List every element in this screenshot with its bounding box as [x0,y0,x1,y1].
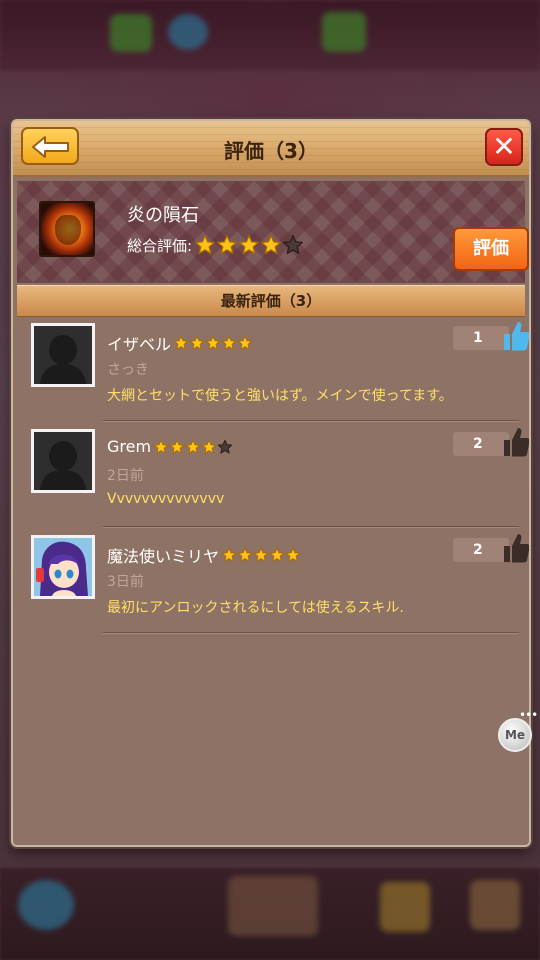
star-icon [283,235,304,255]
rating-dialog: 評価（3） ✕ 炎の隕石 総合評価: 評価 最新評価（3） イザベルさっき大網と… [11,119,531,847]
star-icon [173,335,189,350]
background-blur-item [380,882,430,932]
background-blur-item [470,880,520,930]
background-blur-item [110,14,152,52]
star-icon [221,547,237,562]
reviewer-name-row: Grem [107,437,233,456]
thumbs-up-icon[interactable] [501,531,531,565]
star-icon [185,439,201,454]
reviewer-name-row: 魔法使いミリヤ [107,543,301,567]
default-avatar-icon [34,432,92,490]
review-item: 魔法使いミリヤ 3日前 最初にアンロックされるにしては使えるスキル. 2 [13,529,529,633]
latest-reviews-header: 最新評価（3） [17,285,525,317]
reviewer-name-row: イザベル [107,331,253,355]
reviewer-avatar[interactable] [31,323,95,387]
star-icon [237,335,253,350]
review-comment: Vvvvvvvvvvvvvv [107,491,225,507]
star-icon [217,235,238,255]
overall-rating-label: 総合評価: [127,236,193,255]
close-icon: ✕ [492,130,516,163]
review-stars [221,547,301,563]
default-avatar-icon [34,326,92,384]
review-comment: 大網とセットで使うと強いはず。メインで使ってます。 [107,388,453,404]
star-icon [221,335,237,350]
review-stars [173,335,253,351]
skill-name: 炎の隕石 [127,205,199,226]
star-icon [237,547,253,562]
reviewer-name: イザベル [107,335,172,354]
review-divider [103,526,519,527]
star-icon [217,439,233,454]
review-time: 2日前 [107,468,144,484]
star-icon [253,547,269,562]
review-divider [103,632,519,633]
thumbs-up-icon[interactable] [501,425,531,459]
star-icon [201,439,217,454]
review-divider [103,420,519,421]
reviewer-avatar-image [34,538,92,596]
review-comment: 最初にアンロックされるにしては使えるスキル. [107,600,404,616]
background-blur-item [18,880,74,930]
reviewer-avatar[interactable] [31,429,95,493]
reviewer-avatar[interactable] [31,535,95,599]
skill-summary: 炎の隕石 総合評価: 評価 [17,181,529,283]
review-stars [153,439,233,455]
review-time: さっき [107,362,149,378]
dialog-title: 評価（3） [224,139,318,163]
review-item: Grem 2日前 Vvvvvvvvvvvvvv 2 [13,423,529,527]
overall-rating-stars [194,234,304,256]
star-icon [261,235,282,255]
reviewer-name: Grem [107,437,152,456]
star-icon [195,235,216,255]
rate-button[interactable]: 評価 [453,227,529,271]
background-blur-item [228,876,318,936]
star-icon [205,335,221,350]
background-blur-item [168,14,208,50]
star-icon [285,547,301,562]
review-time: 3日前 [107,574,144,590]
star-icon [169,439,185,454]
skill-icon [39,201,95,257]
star-icon [269,547,285,562]
star-icon [239,235,260,255]
dialog-header: 評価（3） ✕ [13,121,529,177]
thumbs-up-liked-icon[interactable] [501,319,531,353]
background-blur-item [322,12,366,52]
overall-rating: 総合評価: [127,234,304,256]
star-icon [153,439,169,454]
background-top-bar [0,0,540,70]
reviewer-name: 魔法使いミリヤ [107,547,220,566]
me-button[interactable]: Me [498,718,532,752]
star-icon [189,335,205,350]
review-item: イザベル さっき 大網とセットで使うと強いはず。メインで使ってます。 1 [13,317,529,421]
close-button[interactable]: ✕ [485,128,523,166]
